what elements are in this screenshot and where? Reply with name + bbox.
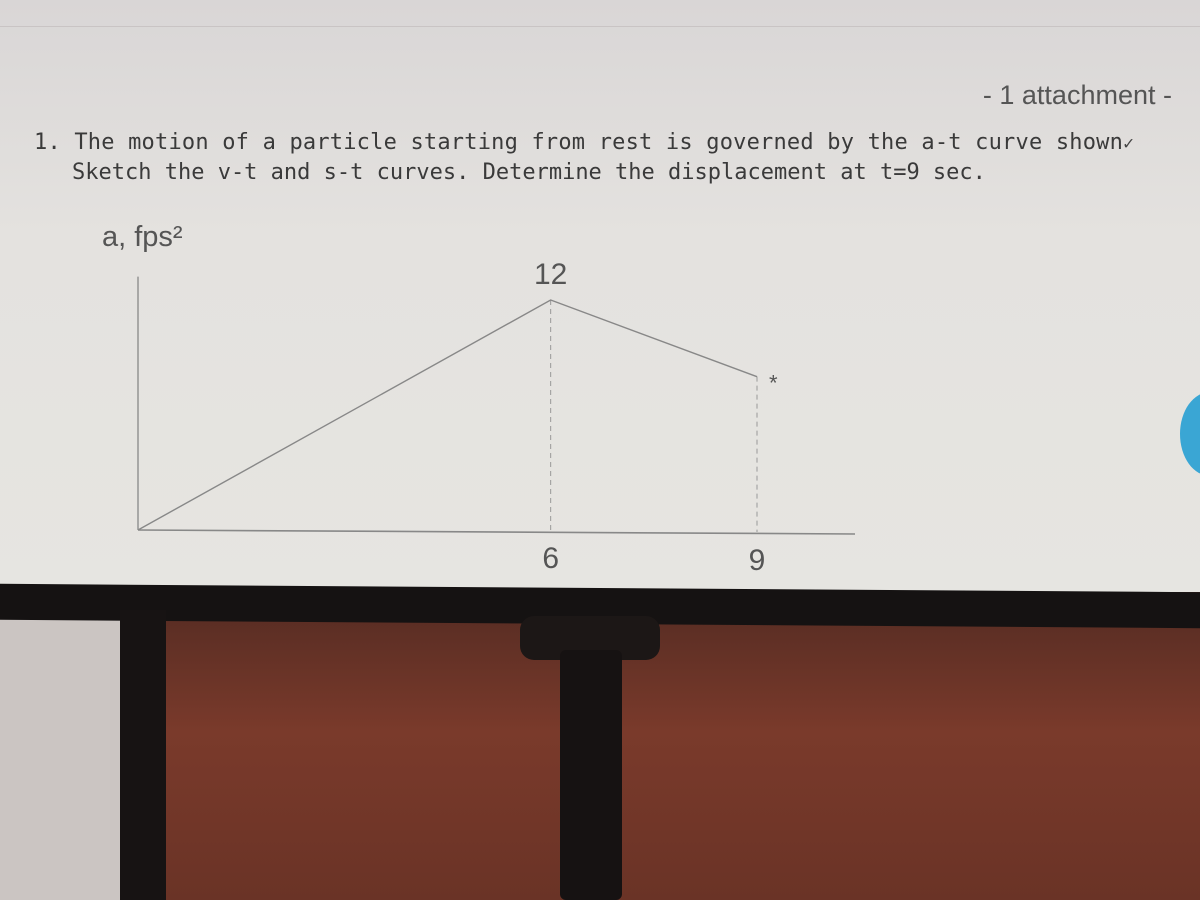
a-t-series-line [137,299,758,531]
monitor-stand [520,610,660,900]
divider [0,26,1200,27]
a-t-chart: a, fps² 12 * 6 9 [102,221,856,577]
screen: - 1 attachment - 1. The motion of a part… [0,0,1200,592]
floating-action-button[interactable] [1180,392,1200,476]
chevron-down-icon[interactable]: ✓ [1123,133,1134,154]
question-text-1: 1. The motion of a particle starting fro… [34,130,1124,155]
x-tick-label: 9 [749,544,766,577]
y-axis-title: a, fps² [102,221,183,253]
x-tick-label: 6 [542,542,559,575]
x-axis [137,529,856,535]
attachment-label[interactable]: - 1 attachment - [983,80,1172,111]
background-wall-left [0,618,120,900]
stand-neck [560,650,622,900]
peak-value-label: 12 [534,258,567,291]
question-line-1: 1. The motion of a particle starting fro… [34,130,1134,155]
end-value-label: * [769,371,778,396]
stand-post [120,610,166,900]
question-line-2: Sketch the v-t and s-t curves. Determine… [72,160,986,185]
